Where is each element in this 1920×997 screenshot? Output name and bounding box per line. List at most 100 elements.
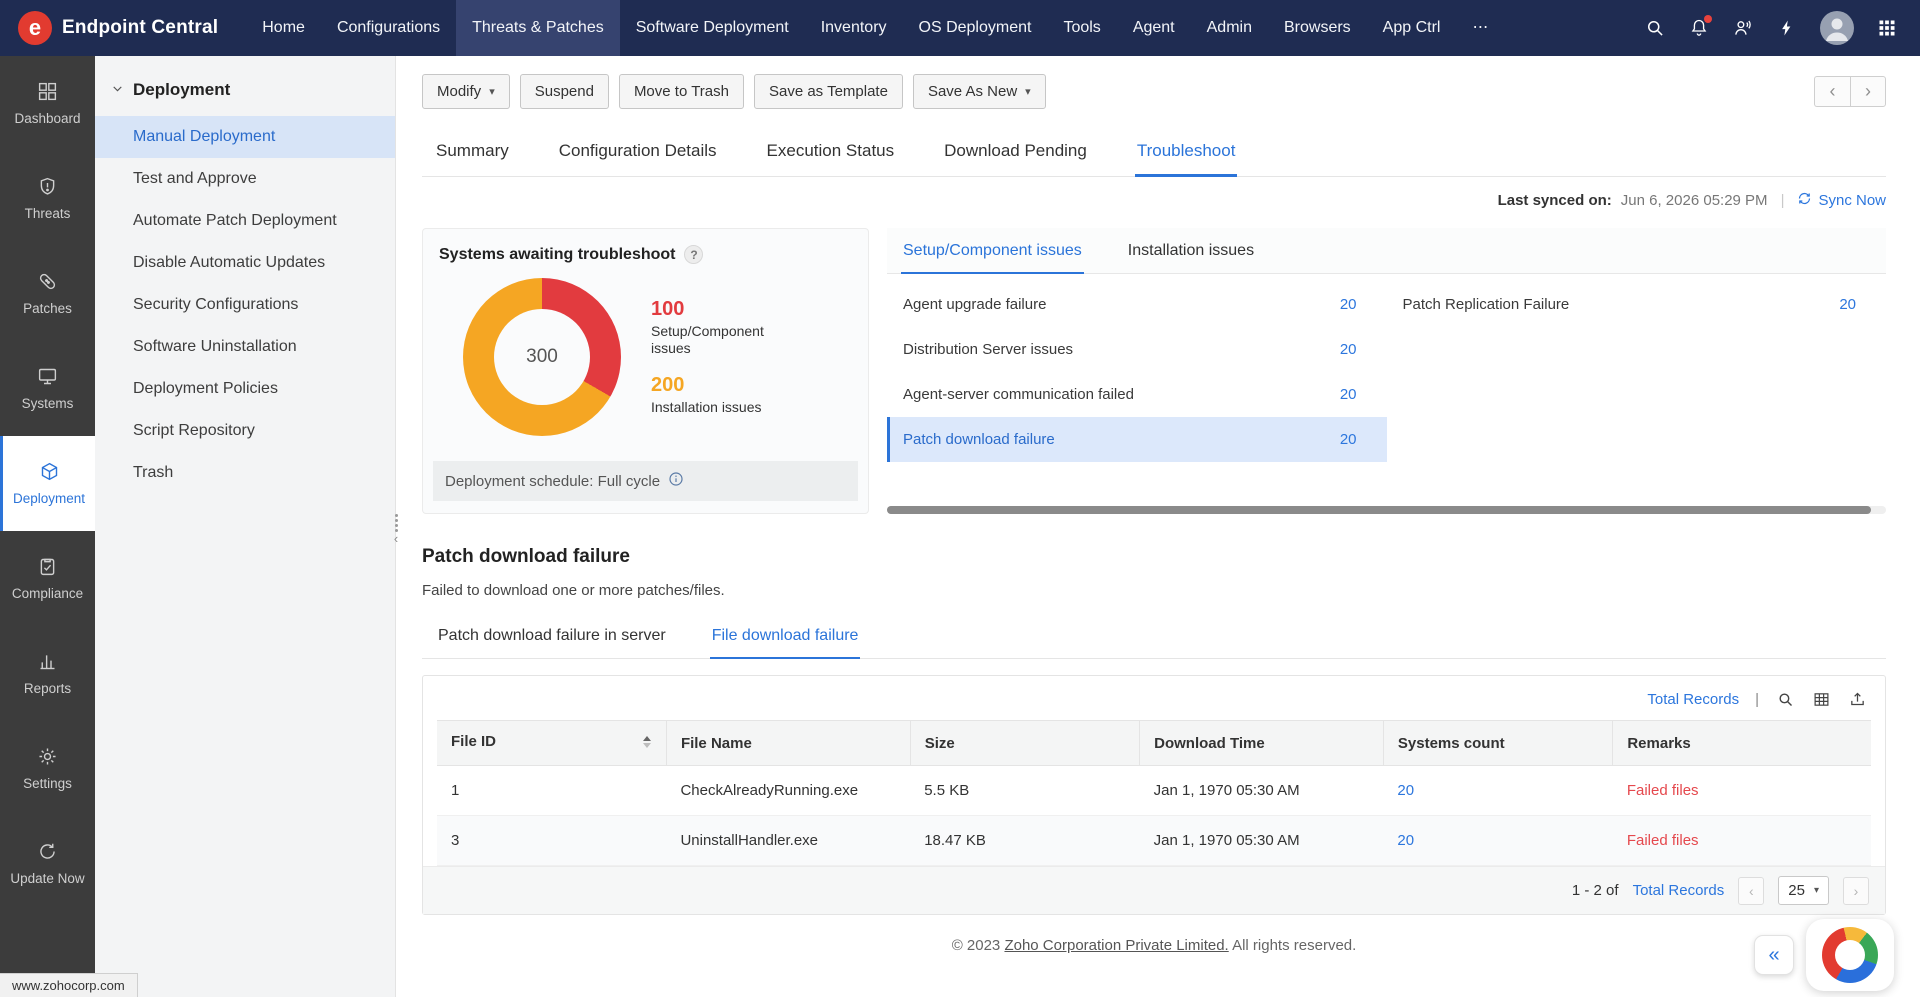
nav-item-software-deployment[interactable]: Software Deployment	[620, 0, 805, 56]
page-size-select[interactable]: 25 ▾	[1778, 876, 1829, 905]
rail-label: Deployment	[13, 492, 85, 507]
issue-row-patch-replication-failure[interactable]: Patch Replication Failure 20	[1387, 282, 1887, 327]
save-as-new-button[interactable]: Save As New▾	[913, 74, 1046, 109]
nav-item-admin[interactable]: Admin	[1191, 0, 1268, 56]
table-row: 3 UninstallHandler.exe 18.47 KB Jan 1, 1…	[437, 816, 1871, 866]
column-header-file-id[interactable]: File ID	[437, 721, 666, 766]
cell-size: 18.47 KB	[910, 816, 1139, 866]
systems-count-link[interactable]: 20	[1397, 782, 1414, 799]
tab-configuration-details[interactable]: Configuration Details	[557, 131, 719, 177]
sidebar-item-manual-deployment[interactable]: Manual Deployment	[95, 116, 395, 158]
page-next-button[interactable]: ›	[1843, 877, 1869, 905]
rail-item-settings[interactable]: Settings	[0, 721, 95, 816]
page-prev-button[interactable]: ‹	[1738, 877, 1764, 905]
caret-down-icon: ▾	[489, 85, 495, 98]
sidebar-item-automate-patch-deployment[interactable]: Automate Patch Deployment	[95, 200, 395, 242]
legend-label-installation: Installation issues	[651, 399, 801, 417]
rail-item-reports[interactable]: Reports	[0, 626, 95, 721]
brand[interactable]: e Endpoint Central	[0, 11, 246, 45]
issue-row-agent-upgrade-failure[interactable]: Agent upgrade failure 20	[887, 282, 1387, 327]
cell-download-time: Jan 1, 1970 05:30 AM	[1140, 816, 1384, 866]
rail-item-compliance[interactable]: Compliance	[0, 531, 95, 626]
move-to-trash-button[interactable]: Move to Trash	[619, 74, 744, 109]
tab-setup-component-issues[interactable]: Setup/Component issues	[901, 228, 1084, 274]
avatar[interactable]	[1820, 11, 1854, 45]
table-search-icon[interactable]	[1775, 689, 1795, 709]
total-records-link[interactable]: Total Records	[1633, 882, 1725, 899]
nav-item-home[interactable]: Home	[246, 0, 321, 56]
sidebar-item-security-configurations[interactable]: Security Configurations	[95, 284, 395, 326]
detail-tabs: Patch download failure in server File do…	[422, 617, 1886, 659]
issue-row-patch-download-failure[interactable]: Patch download failure 20	[887, 417, 1387, 462]
donut-legend: 100 Setup/Component issues 200 Installat…	[651, 298, 801, 417]
column-header-file-name[interactable]: File Name	[666, 721, 910, 766]
sync-now-button[interactable]: Sync Now	[1797, 191, 1886, 210]
systems-count-link[interactable]: 20	[1397, 832, 1414, 849]
nav-item-more[interactable]: ⋯	[1456, 0, 1504, 56]
apps-grid-icon[interactable]	[1876, 17, 1898, 39]
tab-patch-download-failure-in-server[interactable]: Patch download failure in server	[436, 617, 668, 659]
tab-installation-issues[interactable]: Installation issues	[1126, 228, 1256, 274]
column-header-download-time[interactable]: Download Time	[1140, 721, 1384, 766]
total-records-link[interactable]: Total Records	[1647, 691, 1739, 708]
save-as-template-button[interactable]: Save as Template	[754, 74, 903, 109]
modify-button[interactable]: Modify▾	[422, 74, 510, 109]
next-record-button[interactable]: ›	[1850, 76, 1886, 107]
sidebar-item-disable-automatic-updates[interactable]: Disable Automatic Updates	[95, 242, 395, 284]
sidebar-item-test-and-approve[interactable]: Test and Approve	[95, 158, 395, 200]
sidebar-section-deployment[interactable]: Deployment	[95, 66, 395, 116]
nav-item-inventory[interactable]: Inventory	[805, 0, 903, 56]
sidebar-item-deployment-policies[interactable]: Deployment Policies	[95, 368, 395, 410]
issue-count-link[interactable]: 20	[1340, 431, 1357, 448]
tab-summary[interactable]: Summary	[434, 131, 511, 177]
help-icon[interactable]: ?	[684, 245, 703, 264]
issue-count-link[interactable]: 20	[1340, 386, 1357, 403]
company-link[interactable]: Zoho Corporation Private Limited.	[1004, 937, 1228, 954]
sidebar-item-script-repository[interactable]: Script Repository	[95, 410, 395, 452]
nav-item-app-ctrl[interactable]: App Ctrl	[1367, 0, 1457, 56]
chat-launcher[interactable]	[1806, 919, 1894, 991]
nav-item-os-deployment[interactable]: OS Deployment	[903, 0, 1048, 56]
sidebar-item-software-uninstallation[interactable]: Software Uninstallation	[95, 326, 395, 368]
issue-row-agent-server-communication-failed[interactable]: Agent-server communication failed 20	[887, 372, 1387, 417]
main-nav: Home Configurations Threats & Patches So…	[246, 0, 1504, 56]
nav-item-agent[interactable]: Agent	[1117, 0, 1191, 56]
search-icon[interactable]	[1644, 17, 1666, 39]
user-voice-icon[interactable]	[1732, 17, 1754, 39]
horizontal-scrollbar-thumb[interactable]	[887, 506, 1871, 514]
nav-item-configurations[interactable]: Configurations	[321, 0, 456, 56]
rail-item-dashboard[interactable]: Dashboard	[0, 56, 95, 151]
nav-item-browsers[interactable]: Browsers	[1268, 0, 1367, 56]
rail-item-update-now[interactable]: Update Now	[0, 816, 95, 911]
nav-item-tools[interactable]: Tools	[1047, 0, 1116, 56]
column-chooser-icon[interactable]	[1811, 689, 1831, 709]
export-icon[interactable]	[1847, 689, 1867, 709]
collapse-sidebar-icon[interactable]: ‹	[394, 534, 398, 544]
rail-item-threats[interactable]: Threats	[0, 151, 95, 246]
column-header-systems-count[interactable]: Systems count	[1383, 721, 1612, 766]
rail-item-systems[interactable]: Systems	[0, 341, 95, 436]
sort-icon[interactable]	[642, 735, 652, 753]
column-header-remarks[interactable]: Remarks	[1613, 721, 1871, 766]
issue-count-link[interactable]: 20	[1340, 341, 1357, 358]
reports-icon	[37, 651, 58, 675]
sidebar-item-trash[interactable]: Trash	[95, 452, 395, 494]
suspend-button[interactable]: Suspend	[520, 74, 609, 109]
prev-record-button[interactable]: ‹	[1814, 76, 1850, 107]
tab-troubleshoot[interactable]: Troubleshoot	[1135, 131, 1238, 177]
issue-count-link[interactable]: 20	[1340, 296, 1357, 313]
issue-row-distribution-server-issues[interactable]: Distribution Server issues 20	[887, 327, 1387, 372]
tab-file-download-failure[interactable]: File download failure	[710, 617, 861, 659]
chat-collapse-button[interactable]: «	[1754, 935, 1794, 975]
sidebar-resize-handle[interactable]: ‹	[391, 514, 401, 560]
nav-item-threats-patches[interactable]: Threats & Patches	[456, 0, 620, 56]
rail-item-patches[interactable]: Patches	[0, 246, 95, 341]
tab-download-pending[interactable]: Download Pending	[942, 131, 1089, 177]
rail-item-deployment[interactable]: Deployment	[0, 436, 95, 531]
flash-icon[interactable]	[1776, 17, 1798, 39]
info-icon[interactable]	[668, 471, 684, 491]
issue-count-link[interactable]: 20	[1839, 296, 1856, 313]
column-header-size[interactable]: Size	[910, 721, 1139, 766]
tab-execution-status[interactable]: Execution Status	[765, 131, 897, 177]
notification-icon[interactable]	[1688, 17, 1710, 39]
